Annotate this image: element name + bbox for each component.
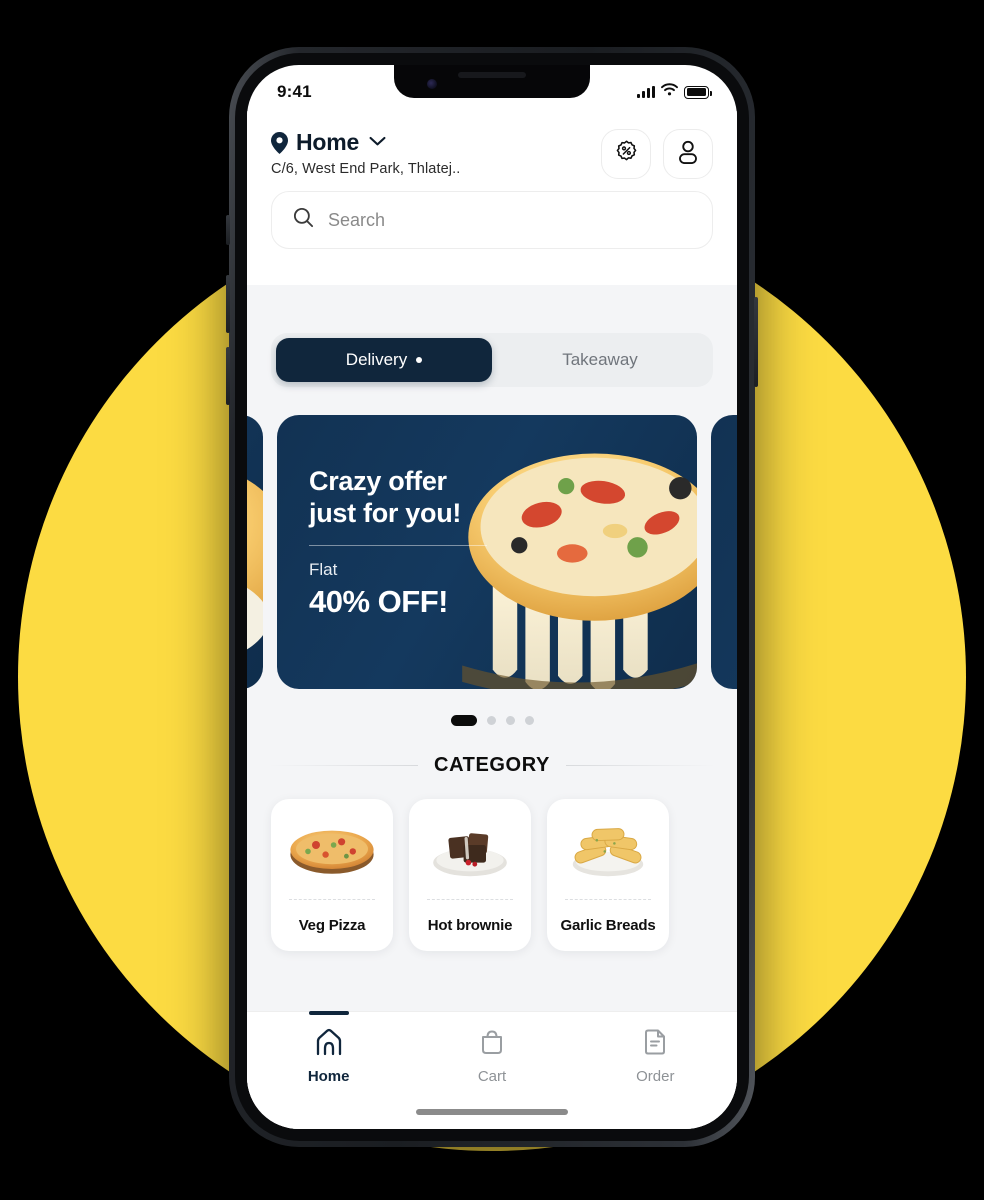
carousel-dot-4[interactable]	[524, 716, 534, 725]
location-title-row: Home	[271, 129, 460, 156]
location-pin-icon	[271, 131, 288, 154]
tab-delivery-label: Delivery	[345, 350, 408, 369]
banner-headline-line2: just for you!	[309, 498, 462, 529]
document-list-icon	[642, 1028, 668, 1061]
search-section	[271, 179, 713, 271]
category-label-veg-pizza: Veg Pizza	[298, 917, 366, 934]
location-selector[interactable]: Home C/6, West End Park, Thlatej..	[271, 127, 460, 177]
carousel-pagination	[247, 715, 737, 726]
search-input[interactable]	[328, 209, 692, 231]
phone-notch	[394, 65, 590, 98]
nav-label-cart: Cart	[477, 1068, 507, 1085]
tab-delivery[interactable]: Delivery	[276, 338, 492, 382]
banner-discount: 40% OFF!	[309, 584, 448, 620]
chevron-down-icon[interactable]	[369, 134, 386, 152]
nav-item-order[interactable]: Order	[574, 1028, 737, 1129]
carousel-track: Crazy offer just for you! Flat 40% OFF!	[247, 415, 737, 689]
user-icon	[676, 139, 700, 170]
nav-label-home: Home	[307, 1068, 350, 1085]
category-label-garlic-breads: Garlic Breads	[560, 917, 656, 934]
carousel-slide-previous[interactable]	[247, 415, 263, 689]
earpiece-speaker	[458, 72, 526, 78]
category-card-veg-pizza[interactable]: Veg Pizza	[271, 799, 393, 951]
promo-carousel[interactable]: Crazy offer just for you! Flat 40% OFF!	[247, 415, 737, 689]
hot-brownie-image	[409, 799, 531, 899]
app-header: Home C/6, West End Park, Thlatej..	[247, 111, 737, 285]
profile-button[interactable]	[663, 129, 713, 179]
phone-volume-up-button[interactable]	[226, 275, 230, 333]
phone-screen: Delivery Takeaway Crazy offer just for y…	[247, 65, 737, 1129]
carousel-slide-active[interactable]: Crazy offer just for you! Flat 40% OFF!	[277, 415, 697, 689]
active-dot-icon	[416, 357, 423, 363]
nav-active-indicator	[308, 1011, 349, 1015]
discount-badge-icon	[614, 139, 639, 169]
cellular-bars-icon	[637, 86, 655, 98]
status-time: 9:41	[277, 82, 312, 101]
category-rule-right	[565, 765, 716, 766]
phone-mute-switch[interactable]	[226, 215, 230, 245]
category-title: CATEGORY	[434, 754, 550, 776]
home-icon	[314, 1028, 344, 1061]
banner-divider	[309, 544, 487, 547]
header-actions	[601, 127, 713, 179]
banner-headline-line1: Crazy offer	[309, 466, 447, 496]
delivery-mode-tabs: Delivery Takeaway	[271, 333, 713, 387]
battery-icon	[684, 85, 712, 99]
location-address: C/6, West End Park, Thlatej..	[271, 161, 461, 177]
header-row: Home C/6, West End Park, Thlatej..	[271, 127, 713, 179]
location-title: Home	[296, 129, 360, 155]
category-list: Veg Pizza Hot brownie Garlic Breads	[247, 777, 737, 951]
bottom-navigation: Home Cart Order	[247, 1011, 737, 1129]
garlic-breads-image	[547, 799, 669, 899]
home-indicator[interactable]	[416, 1109, 568, 1115]
pizza-slice-image	[247, 479, 263, 650]
category-card-hot-brownie[interactable]: Hot brownie	[409, 799, 531, 951]
carousel-dot-1[interactable]	[450, 715, 477, 726]
category-card-garlic-breads[interactable]: Garlic Breads	[547, 799, 669, 951]
tab-takeaway-label: Takeaway	[562, 350, 638, 369]
search-box[interactable]	[271, 191, 713, 249]
nav-item-home[interactable]: Home	[247, 1011, 410, 1129]
status-icons	[637, 83, 712, 101]
wifi-icon	[661, 83, 678, 101]
phone-volume-down-button[interactable]	[226, 347, 230, 405]
nav-label-order: Order	[636, 1068, 675, 1085]
search-icon	[292, 206, 315, 234]
tab-takeaway[interactable]: Takeaway	[492, 338, 708, 382]
category-label-hot-brownie: Hot brownie	[427, 917, 513, 934]
veg-pizza-image	[271, 799, 393, 899]
carousel-slide-next[interactable]	[711, 415, 737, 689]
category-section-header: CATEGORY	[269, 754, 716, 777]
phone-frame: Delivery Takeaway Crazy offer just for y…	[226, 47, 758, 1147]
shopping-bag-icon	[478, 1028, 506, 1061]
banner-flat-label: Flat	[309, 560, 338, 580]
category-rule-left	[269, 765, 419, 766]
screenshot-stage: Delivery Takeaway Crazy offer just for y…	[0, 0, 984, 1200]
banner-text-block: Crazy offer just for you! Flat 40% OFF!	[309, 465, 539, 620]
carousel-dot-3[interactable]	[505, 716, 515, 725]
offers-button[interactable]	[601, 129, 651, 179]
front-camera-icon	[427, 79, 437, 89]
carousel-dot-2[interactable]	[486, 716, 496, 725]
phone-power-button[interactable]	[754, 297, 758, 387]
